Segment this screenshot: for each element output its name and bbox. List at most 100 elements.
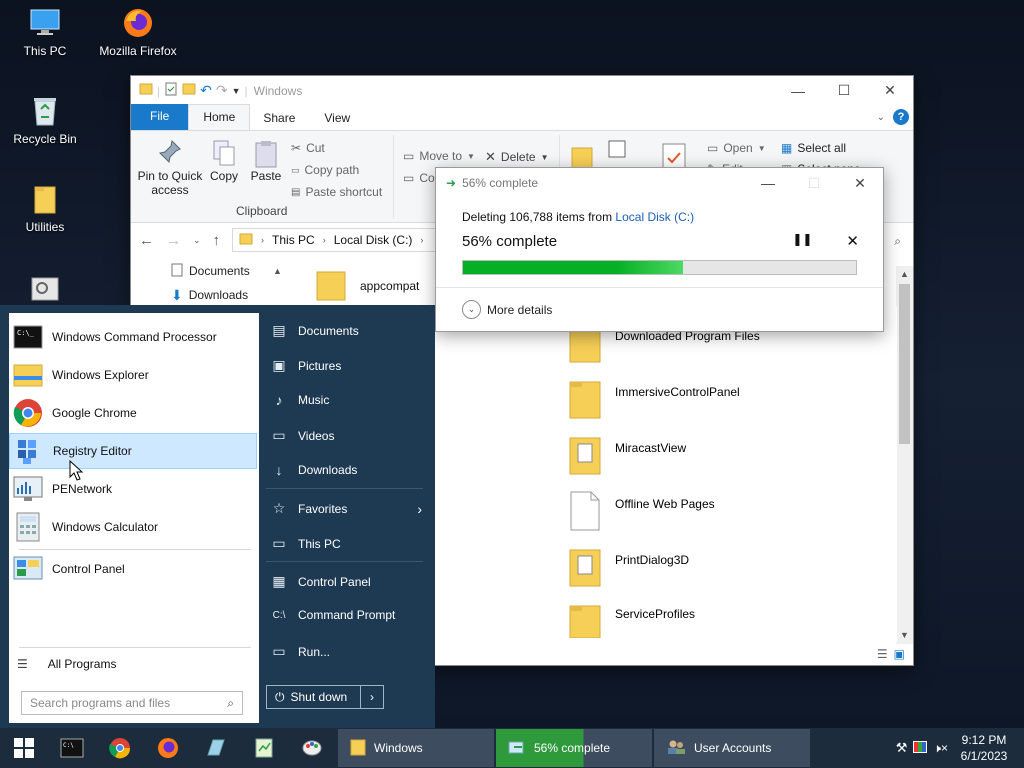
- start-item-videos[interactable]: ▭ Videos: [270, 427, 334, 444]
- properties-icon[interactable]: [164, 82, 178, 99]
- move-to-button[interactable]: ▭ Move to ▼: [403, 149, 475, 163]
- nav-item-documents[interactable]: Documents: [131, 259, 291, 283]
- list-item[interactable]: Offline Web Pages: [569, 490, 715, 535]
- start-item-music[interactable]: ♪ Music: [270, 392, 330, 408]
- monitor-icon: ▭: [272, 535, 286, 551]
- program-item-chrome[interactable]: Google Chrome: [9, 395, 257, 431]
- tab-home[interactable]: Home: [188, 104, 251, 130]
- start-item-run[interactable]: ▭ Run...: [270, 643, 330, 660]
- program-item-control-panel[interactable]: Control Panel: [9, 551, 257, 587]
- chevron-right-icon[interactable]: ›: [361, 690, 383, 704]
- list-item[interactable]: MiracastView: [569, 434, 686, 479]
- program-item-cmd[interactable]: C:\_ Windows Command Processor: [9, 319, 257, 355]
- cut-button[interactable]: ✂ Cut: [291, 141, 325, 155]
- desktop-icon-utilities[interactable]: Utilities: [0, 182, 90, 234]
- list-item[interactable]: PrintDialog3D: [569, 546, 689, 591]
- list-item[interactable]: ImmersiveControlPanel: [569, 378, 740, 423]
- more-details-button[interactable]: ⌄ More details: [462, 300, 552, 319]
- source-link[interactable]: Local Disk (C:): [615, 210, 694, 224]
- help-icon[interactable]: ?: [893, 109, 909, 125]
- list-item[interactable]: ServiceProfiles: [569, 602, 695, 641]
- pause-button[interactable]: ❚❚: [792, 232, 812, 250]
- start-item-downloads[interactable]: ↓ Downloads: [270, 462, 358, 478]
- volume-muted-icon[interactable]: 🕨×: [933, 741, 948, 756]
- new-item-icon[interactable]: [607, 139, 629, 164]
- start-search-input[interactable]: Search programs and files ⌕: [21, 691, 243, 715]
- close-icon[interactable]: ✕: [867, 76, 913, 105]
- close-icon[interactable]: ✕: [837, 168, 883, 198]
- folder-icon: [28, 182, 62, 216]
- select-all-button[interactable]: ▦ Select all: [781, 141, 846, 155]
- svg-text:C:\_: C:\_: [17, 329, 35, 337]
- tab-share[interactable]: Share: [250, 106, 308, 130]
- up-arrow-icon[interactable]: ↑: [213, 232, 221, 249]
- open-button[interactable]: ▭ Open ▼: [707, 141, 766, 155]
- scroll-down-icon[interactable]: ▼: [896, 627, 913, 644]
- breadcrumb-this-pc[interactable]: This PC: [272, 233, 315, 247]
- scroll-up-icon[interactable]: ▲: [273, 266, 282, 276]
- taskbar-paint-icon[interactable]: [288, 728, 336, 768]
- file-name: ImmersiveControlPanel: [615, 384, 740, 399]
- details-view-icon[interactable]: ☰: [877, 647, 888, 661]
- nav-item-downloads[interactable]: ⬇ Downloads: [131, 283, 291, 307]
- taskbar-chrome-icon[interactable]: [96, 728, 144, 768]
- start-item-this-pc[interactable]: ▭ This PC: [270, 535, 340, 552]
- breadcrumb-local-disk[interactable]: Local Disk (C:): [334, 233, 413, 247]
- vertical-scrollbar[interactable]: ▲ ▼: [896, 266, 913, 644]
- minimize-icon[interactable]: —: [775, 76, 821, 105]
- scroll-up-icon[interactable]: ▲: [896, 266, 913, 283]
- delete-button[interactable]: ✕ Delete ▼: [485, 149, 549, 165]
- new-folder-icon[interactable]: [182, 82, 196, 99]
- desktop-icon-firefox[interactable]: Mozilla Firefox: [93, 6, 183, 58]
- taskbar-notepad-icon[interactable]: [240, 728, 288, 768]
- dialog-titlebar[interactable]: ➜ 56% complete — ☐ ✕: [436, 168, 883, 198]
- maximize-icon[interactable]: ☐: [821, 76, 867, 105]
- taskbar-task-progress[interactable]: 56% complete: [496, 729, 652, 767]
- desktop-icon-this-pc[interactable]: This PC: [0, 6, 90, 58]
- taskbar-task-windows[interactable]: Windows: [338, 729, 494, 767]
- start-item-pictures[interactable]: ▣ Pictures: [270, 357, 341, 374]
- chrome-icon: [12, 397, 44, 429]
- tab-view[interactable]: View: [308, 106, 366, 130]
- pin-quick-access-button[interactable]: Pin to Quick access: [137, 139, 203, 197]
- shutdown-button[interactable]: ⏻ Shut down ›: [266, 685, 384, 709]
- undo-icon[interactable]: ↶: [200, 82, 212, 99]
- back-arrow-icon[interactable]: ←: [139, 232, 154, 249]
- start-item-documents[interactable]: ▤ Documents: [270, 322, 358, 339]
- taskbar-firefox-icon[interactable]: [144, 728, 192, 768]
- taskbar-task-user-accounts[interactable]: User Accounts: [654, 729, 810, 767]
- program-item-explorer[interactable]: Windows Explorer: [9, 357, 257, 393]
- start-item-favorites[interactable]: ☆ Favorites ›: [270, 500, 422, 517]
- program-item-calculator[interactable]: Windows Calculator: [9, 509, 257, 545]
- copy-button[interactable]: Copy: [207, 139, 241, 183]
- color-display-icon[interactable]: [913, 740, 928, 756]
- paste-shortcut-button[interactable]: ▤ Paste shortcut: [291, 185, 382, 199]
- search-icon[interactable]: ⌕: [894, 234, 901, 249]
- delete-progress-dialog[interactable]: ➜ 56% complete — ☐ ✕ Deleting 106,788 it…: [435, 167, 884, 332]
- network-tools-icon[interactable]: ⚒: [896, 740, 908, 756]
- all-programs-button[interactable]: ☰ All Programs: [17, 657, 116, 671]
- paste-button[interactable]: Paste: [249, 139, 283, 183]
- large-icons-view-icon[interactable]: ▣: [894, 647, 905, 661]
- start-button[interactable]: [0, 728, 48, 768]
- tab-file[interactable]: File: [131, 104, 189, 130]
- copy-path-button[interactable]: ▭ Copy path: [291, 163, 359, 177]
- list-item[interactable]: appcompat: [316, 266, 419, 306]
- scrollbar-thumb[interactable]: [899, 284, 910, 444]
- minimize-icon[interactable]: —: [745, 168, 791, 198]
- redo-icon[interactable]: ↷: [216, 82, 228, 99]
- program-item-registry-editor[interactable]: Registry Editor: [9, 433, 257, 469]
- chevron-down-icon[interactable]: ⌄: [193, 235, 201, 246]
- chevron-down-icon[interactable]: ⌄: [877, 112, 885, 123]
- desktop-icon-recycle-bin[interactable]: Recycle Bin: [0, 94, 90, 146]
- cancel-button[interactable]: ✕: [846, 232, 859, 250]
- start-item-control-panel[interactable]: ▦ Control Panel: [270, 573, 370, 590]
- clock[interactable]: 9:12 PM 6/1/2023: [954, 732, 1014, 764]
- taskbar-cmd-icon[interactable]: C:\: [48, 728, 96, 768]
- explorer-titlebar[interactable]: | ↶ ↷ ▼ | Windows — ☐ ✕: [131, 76, 913, 105]
- program-item-penetwork[interactable]: PENetwork: [9, 471, 257, 507]
- chevron-down-icon[interactable]: ▼: [232, 86, 241, 96]
- start-item-command-prompt[interactable]: C:\ Command Prompt: [270, 608, 396, 622]
- taskbar-explorer-icon[interactable]: [192, 728, 240, 768]
- forward-arrow-icon[interactable]: →: [166, 232, 181, 249]
